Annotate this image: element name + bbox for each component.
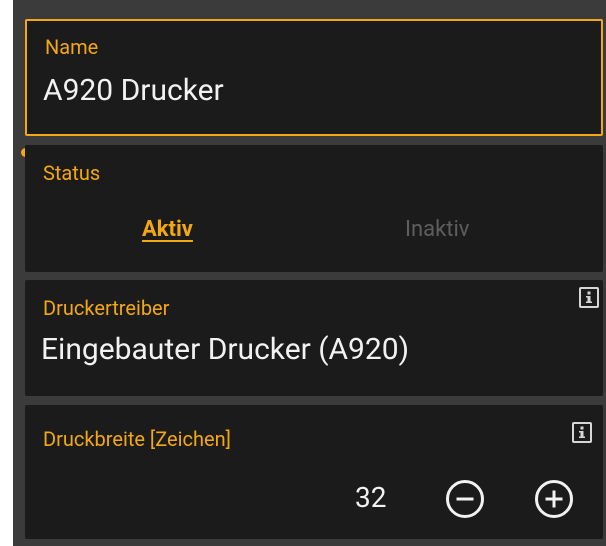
printer-driver-value: Eingebauter Drucker (A920) [41,332,410,367]
decrement-button[interactable] [445,479,485,519]
print-width-value: 32 [355,481,387,514]
plus-circle-icon [535,480,573,518]
status-label: Status [43,161,101,185]
settings-panel: Name A920 Drucker Status Aktiv Inaktiv D… [13,0,606,546]
name-field[interactable]: Name A920 Drucker [25,19,603,136]
increment-button[interactable] [534,479,574,519]
info-icon[interactable] [579,287,599,308]
print-width-label: Druckbreite [Zeichen] [43,427,231,451]
print-width-field: Druckbreite [Zeichen] 32 [25,405,603,539]
minus-circle-icon [446,480,484,518]
status-option-inaktiv[interactable]: Inaktiv [405,217,469,242]
printer-driver-label: Druckertreiber [43,296,170,320]
status-field: Status Aktiv Inaktiv [25,145,603,272]
info-icon[interactable] [572,422,592,443]
printer-driver-field[interactable]: Druckertreiber Eingebauter Drucker (A920… [25,280,603,396]
name-label: Name [45,35,99,59]
status-option-aktiv[interactable]: Aktiv [142,217,193,242]
name-input[interactable]: A920 Drucker [43,73,224,108]
